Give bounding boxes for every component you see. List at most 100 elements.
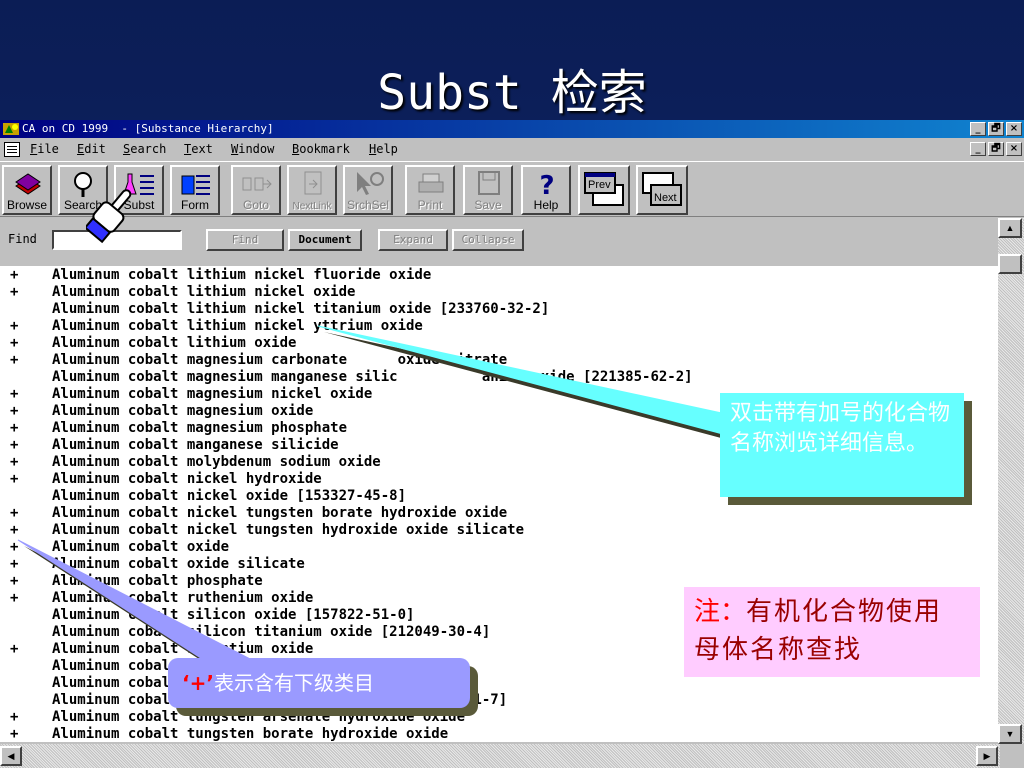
- list-item[interactable]: + Aluminum cobalt oxide: [0, 539, 998, 556]
- double-click-callout: 双击带有加号的化合物名称浏览详细信息。: [720, 393, 964, 497]
- substance-name: Aluminum cobalt phosphate: [52, 573, 263, 589]
- beaker-list-icon: [181, 175, 210, 195]
- expand-plus-marker: +: [10, 709, 19, 725]
- srchsel-label: SrchSel: [346, 198, 390, 212]
- books-icon: [15, 173, 41, 195]
- expand-plus-marker: +: [10, 403, 19, 419]
- substance-name: Aluminum cobalt lithium nickel titanium …: [52, 301, 550, 317]
- menu-bookmark[interactable]: Bookmark: [292, 139, 350, 160]
- expand-button[interactable]: Expand: [378, 229, 448, 251]
- nextlink-button[interactable]: NextLink: [287, 165, 337, 215]
- expand-plus-marker: +: [10, 556, 19, 572]
- scroll-right-arrow[interactable]: ▶: [976, 746, 998, 766]
- print-button[interactable]: Print: [405, 165, 455, 215]
- menu-text[interactable]: Text: [184, 139, 213, 160]
- list-item[interactable]: + Aluminum cobalt lithium nickel yttrium …: [0, 318, 998, 335]
- scroll-thumb[interactable]: [998, 254, 1022, 274]
- pointer-magnifier-icon: [357, 172, 384, 195]
- list-item[interactable]: + Aluminum cobalt magnesium carbonate oxi…: [0, 352, 998, 369]
- menu-help[interactable]: Help: [369, 139, 398, 160]
- substance-name: Aluminum cobalt magnesium oxide: [52, 403, 314, 419]
- find-button[interactable]: Find: [206, 229, 284, 251]
- form-label: Form: [181, 198, 209, 212]
- list-item[interactable]: + Aluminum cobalt nickel tungsten hydroxi…: [0, 522, 998, 539]
- substance-name: Aluminum cobalt nickel hydroxide: [52, 471, 322, 487]
- substance-name: Aluminum cobalt magnesium carbonate oxid…: [52, 352, 508, 368]
- substance-name: Aluminum cobalt lithium nickel oxide: [52, 284, 356, 300]
- hand-pointer-icon: [86, 189, 132, 244]
- print-label: Print: [417, 198, 443, 212]
- toolbar: Browse Search Subst Form Goto NextLink S…: [0, 161, 1024, 217]
- expand-plus-marker: +: [10, 420, 19, 436]
- list-item[interactable]: + Aluminum cobalt tungsten borate hydroxi…: [0, 726, 998, 742]
- app-icon: [3, 123, 19, 135]
- prev-label: Prev: [588, 179, 611, 191]
- substance-name: Aluminum cobalt nickel tungsten borate h…: [52, 505, 508, 521]
- prev-button[interactable]: Prev: [578, 165, 630, 215]
- scroll-down-arrow[interactable]: ▼: [998, 724, 1022, 744]
- list-item[interactable]: Aluminum cobalt magnesium manganese sili…: [0, 369, 998, 386]
- next-button[interactable]: Next: [636, 165, 688, 215]
- goto-label: Goto: [242, 198, 269, 212]
- expand-plus-marker: +: [10, 539, 19, 555]
- list-item[interactable]: Aluminum cobalt 6]: [0, 675, 998, 692]
- substance-name: Aluminum cobalt magnesium nickel oxide: [52, 386, 373, 402]
- expand-plus-marker: +: [10, 437, 19, 453]
- list-item[interactable]: + Aluminum cobalt tungsten arsenate hydro…: [0, 709, 998, 726]
- horizontal-scrollbar[interactable]: ◀ ▶: [0, 744, 1000, 768]
- list-item[interactable]: + Aluminum cobalt lithium nickel oxide: [0, 284, 998, 301]
- minimize-button[interactable]: _: [970, 122, 986, 136]
- collapse-button[interactable]: Collapse: [452, 229, 524, 251]
- scroll-left-arrow[interactable]: ◀: [0, 746, 22, 766]
- list-item[interactable]: + Aluminum cobalt lithium nickel fluoride…: [0, 267, 998, 284]
- list-item[interactable]: + Aluminum cobalt oxide silicate: [0, 556, 998, 573]
- expand-plus-marker: +: [10, 386, 19, 402]
- doc-minimize-button[interactable]: _: [970, 142, 986, 156]
- scroll-up-arrow[interactable]: ▲: [998, 218, 1022, 238]
- vertical-scrollbar[interactable]: ▲ ▼: [998, 218, 1024, 744]
- menubar: File Edit Search Text Window Bookmark He…: [0, 139, 1024, 160]
- list-item[interactable]: Aluminum cobalt 5-61-7]: [0, 692, 998, 709]
- substance-name: Aluminum cobalt lithium nickel fluoride …: [52, 267, 432, 283]
- close-button[interactable]: ×: [1006, 122, 1022, 136]
- doc-restore-button[interactable]: 🗗: [988, 142, 1004, 156]
- srchsel-button[interactable]: SrchSel: [343, 165, 393, 215]
- substance-name: Aluminum cobalt: [52, 658, 179, 674]
- substance-name: Aluminum cobalt lithium oxide: [52, 335, 297, 351]
- save-button[interactable]: Save: [463, 165, 513, 215]
- browse-button[interactable]: Browse: [2, 165, 52, 215]
- substance-name: Aluminum cobalt nickel tungsten hydroxid…: [52, 522, 525, 538]
- plus-symbol: ‘+’: [182, 671, 214, 695]
- document-button[interactable]: Document: [288, 229, 362, 251]
- help-button[interactable]: ? Help: [521, 165, 571, 215]
- substance-name: Aluminum cobalt tungsten borate hydroxid…: [52, 726, 449, 742]
- list-item[interactable]: + Aluminum cobalt lithium oxide: [0, 335, 998, 352]
- restore-button[interactable]: 🗗: [988, 122, 1004, 136]
- menu-window[interactable]: Window: [231, 139, 274, 160]
- doc-close-button[interactable]: ×: [1006, 142, 1022, 156]
- list-item[interactable]: + Aluminum cobalt nickel tungsten borate …: [0, 505, 998, 522]
- plus-meaning-callout: ‘+’表示含有下级类目: [168, 658, 470, 708]
- expand-plus-marker: +: [10, 454, 19, 470]
- goto-button[interactable]: Goto: [231, 165, 281, 215]
- find-label: Find: [8, 232, 37, 246]
- menu-file[interactable]: File: [30, 139, 59, 160]
- menu-edit[interactable]: Edit: [77, 139, 106, 160]
- list-item[interactable]: Aluminum cobalt lithium nickel titanium …: [0, 301, 998, 318]
- substance-name: Aluminum cobalt magnesium manganese sili…: [52, 369, 693, 385]
- document-window-controls: _ 🗗 ×: [970, 142, 1022, 156]
- expand-plus-marker: +: [10, 505, 19, 521]
- substance-name: Aluminum cobalt manganese silicide: [52, 437, 339, 453]
- window-titlebar: CA on CD 1999 - [Substance Hierarchy] _ …: [0, 120, 1024, 138]
- next-label: Next: [654, 192, 677, 204]
- document-menu-icon[interactable]: [4, 142, 20, 157]
- expand-plus-marker: +: [10, 267, 19, 283]
- menu-search[interactable]: Search: [123, 139, 166, 160]
- next-window-icon: Next: [642, 172, 682, 206]
- goto-icon: [242, 177, 272, 191]
- expand-plus-marker: +: [10, 590, 19, 606]
- form-button[interactable]: Form: [170, 165, 220, 215]
- expand-plus-marker: +: [10, 726, 19, 742]
- window-title: CA on CD 1999 - [Substance Hierarchy]: [22, 122, 274, 135]
- nextlink-label: NextLink: [292, 201, 332, 212]
